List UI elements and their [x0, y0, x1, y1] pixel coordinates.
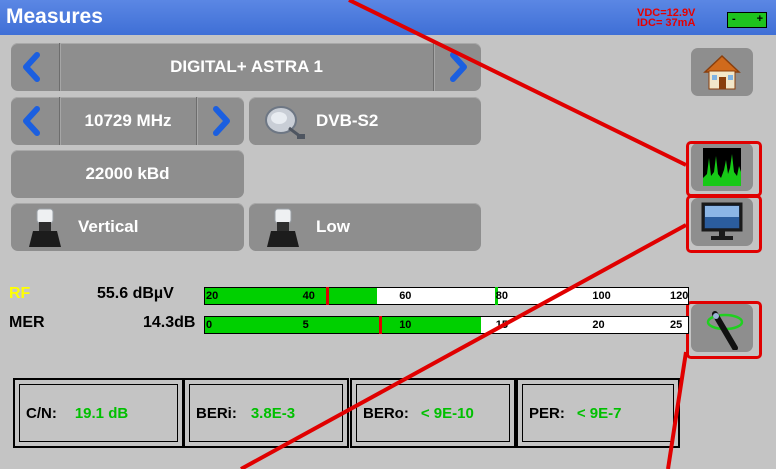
annotation-lines — [240, 0, 688, 469]
annotation-line-spectrum — [348, 0, 687, 167]
annotation-line-tv — [240, 223, 687, 469]
annotation-line-alignment — [666, 351, 688, 469]
